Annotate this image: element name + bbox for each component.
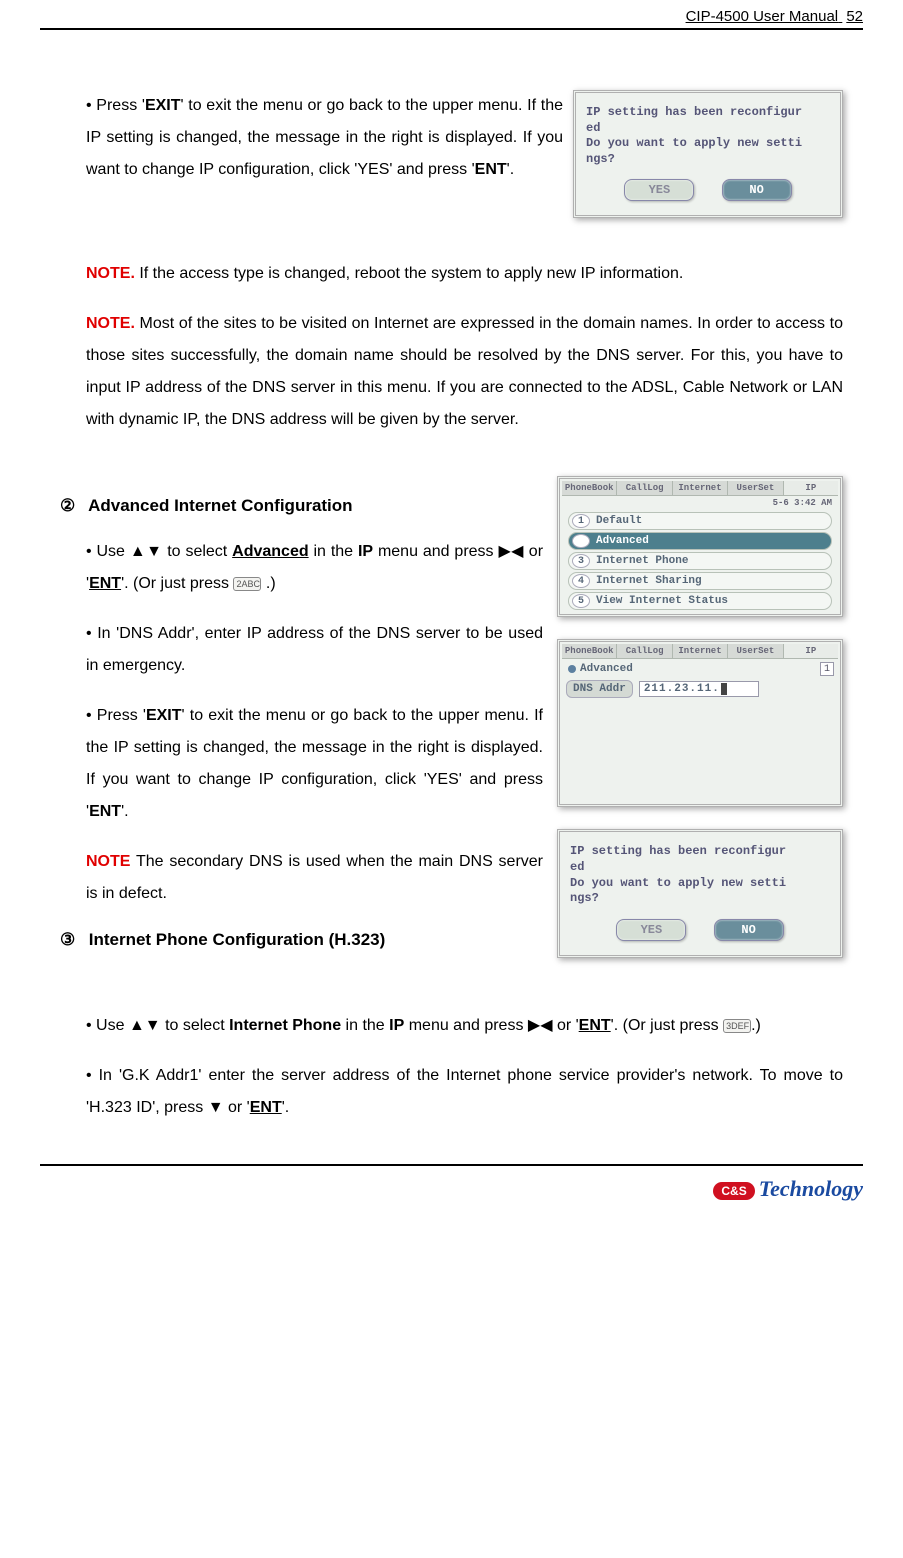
- tab-internet[interactable]: Internet: [673, 481, 728, 496]
- dialog-line: ngs?: [586, 152, 615, 166]
- dns-addr-bullet: • In 'DNS Addr', enter IP address of the…: [86, 618, 543, 682]
- logo-badge: C&S: [713, 1182, 754, 1200]
- dialog-line: ngs?: [570, 891, 599, 905]
- note-secondary-dns: NOTE The secondary DNS is used when the …: [86, 846, 543, 910]
- dns-addr-input[interactable]: 211.23.11.0: [639, 681, 759, 697]
- reconfig-dialog-screenshot: IP setting has been reconfigur ed Do you…: [573, 90, 843, 218]
- tab-userset[interactable]: UserSet: [728, 644, 783, 659]
- dialog-line: IP setting has been reconfigur: [570, 844, 786, 858]
- logo-text: Technology: [759, 1176, 863, 1201]
- tab-ip[interactable]: IP: [784, 481, 838, 496]
- iphone-select-bullet: • Use ▲▼ to select Internet Phone in the…: [86, 1010, 843, 1042]
- bullet-icon: [568, 665, 576, 673]
- keypad-2-icon: 2ABC: [233, 577, 261, 591]
- sub-heading-advanced: Advanced: [580, 663, 633, 675]
- menu-item-internet-sharing[interactable]: 4Internet Sharing: [568, 572, 832, 590]
- menu-item-internet-phone[interactable]: 3Internet Phone: [568, 552, 832, 570]
- tab-ip[interactable]: IP: [784, 644, 838, 659]
- dialog-yes-button[interactable]: YES: [624, 179, 694, 201]
- tab-phonebook[interactable]: PhoneBook: [562, 644, 617, 659]
- keypad-3-icon: 3DEF: [723, 1019, 751, 1033]
- heading-advanced: ② Advanced Internet Configuration: [60, 496, 543, 516]
- menu-item-advanced[interactable]: 2Advanced: [568, 532, 832, 550]
- note-access-type: NOTE. If the access type is changed, reb…: [86, 258, 843, 290]
- header: CIP-4500 User Manual 52: [686, 8, 863, 25]
- heading-internet-phone: ③ Internet Phone Configuration (H.323): [60, 930, 543, 950]
- tab-phonebook[interactable]: PhoneBook: [562, 481, 617, 496]
- note-dns: NOTE. Most of the sites to be visited on…: [86, 308, 843, 436]
- header-title: CIP-4500 User Manual: [686, 8, 839, 25]
- dialog-yes-button[interactable]: YES: [616, 919, 686, 941]
- header-page-number: 52: [846, 8, 863, 25]
- menu-item-default[interactable]: 1Default: [568, 512, 832, 530]
- dialog-no-button[interactable]: NO: [714, 919, 784, 941]
- dialog-line: IP setting has been reconfigur: [586, 105, 802, 119]
- tab-userset[interactable]: UserSet: [728, 481, 783, 496]
- dns-addr-screenshot: PhoneBook CallLog Internet UserSet IP Ad…: [557, 639, 843, 807]
- page-indicator: 1: [820, 662, 834, 676]
- status-bar: 5-6 3:42 AM: [562, 496, 838, 510]
- dialog-no-button[interactable]: NO: [722, 179, 792, 201]
- tab-calllog[interactable]: CallLog: [617, 644, 672, 659]
- advanced-select-bullet: • Use ▲▼ to select Advanced in the IP me…: [86, 536, 543, 600]
- company-logo: C&S Technology: [713, 1176, 863, 1202]
- exit-bullet: • Press 'EXIT' to exit the menu or go ba…: [86, 90, 563, 186]
- menu-item-view-status[interactable]: 5View Internet Status: [568, 592, 832, 610]
- tab-internet[interactable]: Internet: [673, 644, 728, 659]
- dialog-line: ed: [570, 860, 584, 874]
- dialog-line: Do you want to apply new setti: [586, 136, 802, 150]
- dns-addr-label: DNS Addr: [566, 680, 633, 698]
- ip-menu-screenshot: PhoneBook CallLog Internet UserSet IP 5-…: [557, 476, 843, 617]
- dialog-line: ed: [586, 121, 600, 135]
- tab-calllog[interactable]: CallLog: [617, 481, 672, 496]
- dialog-line: Do you want to apply new setti: [570, 876, 786, 890]
- reconfig-dialog-screenshot-2: IP setting has been reconfigur ed Do you…: [557, 829, 843, 957]
- gk-addr-bullet: • In 'G.K Addr1' enter the server addres…: [86, 1060, 843, 1124]
- advanced-exit-bullet: • Press 'EXIT' to exit the menu or go ba…: [86, 700, 543, 828]
